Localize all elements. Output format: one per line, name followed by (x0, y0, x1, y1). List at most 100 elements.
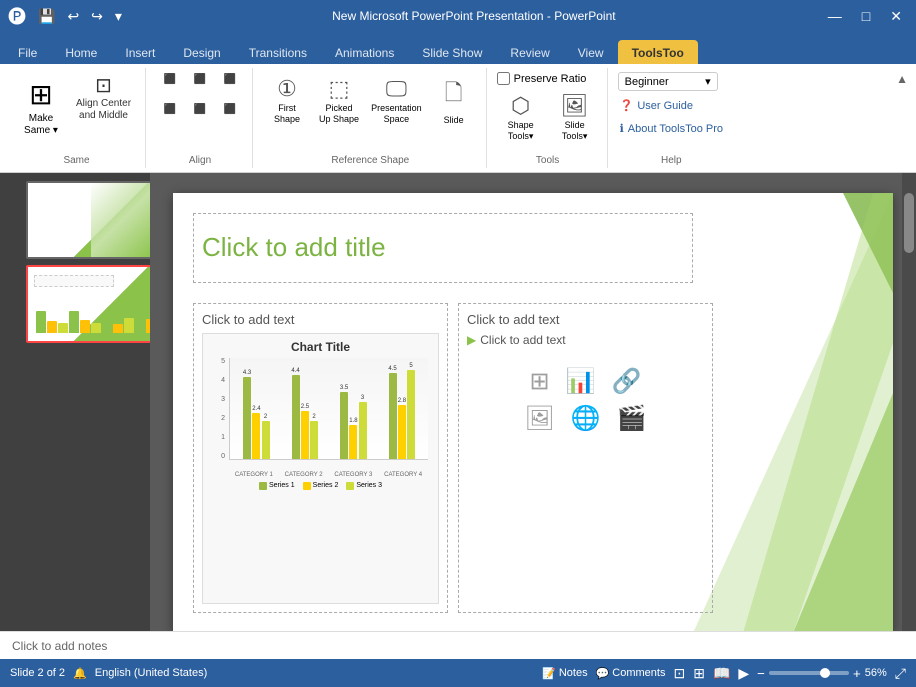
video-icon[interactable]: 🎬 (617, 404, 647, 433)
online-picture-icon[interactable]: 🌐 (571, 404, 601, 433)
fit-slide-button[interactable]: ⤢ (895, 665, 906, 682)
notes-placeholder: Click to add notes (12, 639, 107, 653)
notes-bar[interactable]: Click to add notes (0, 631, 916, 659)
bar-2-s3 (310, 421, 318, 459)
smartart-icon[interactable]: 🔗 (612, 367, 642, 396)
chart-x-labels: CATEGORY 1 CATEGORY 2 CATEGORY 3 CATEGOR… (229, 472, 428, 478)
legend-color-2 (303, 482, 311, 490)
picked-up-shape-button[interactable]: ⬚ PickedUp Shape (315, 72, 363, 129)
save-button[interactable]: 💾 (34, 6, 59, 27)
thumb2-bar-group1 (36, 311, 68, 333)
level-dropdown[interactable]: Beginner ▾ (618, 72, 718, 91)
content-right-label: Click to add text (467, 312, 704, 327)
tab-design[interactable]: Design (169, 40, 234, 64)
bullet-text: Click to add text (480, 333, 565, 347)
normal-view-button[interactable]: ⊡ (673, 665, 685, 682)
legend-color-3 (346, 482, 354, 490)
slide-canvas[interactable]: Click to add title Click to add text Cha… (173, 193, 893, 631)
maximize-button[interactable]: □ (856, 6, 876, 26)
bars-4: 4.5 2.8 5 (388, 363, 415, 459)
align-br-button[interactable]: ⬛ (216, 102, 244, 130)
thumb-bar (80, 320, 90, 333)
slide-sorter-button[interactable]: ⊞ (693, 665, 705, 682)
table-icon[interactable]: ⊞ (530, 367, 550, 396)
align-tc-button[interactable]: ⬛ (186, 72, 214, 100)
tab-home[interactable]: Home (51, 40, 111, 64)
slide-1-triangle (91, 183, 150, 257)
tab-animations[interactable]: Animations (321, 40, 408, 64)
comments-icon: 💬 (596, 667, 610, 680)
shape-tools-button[interactable]: ⬡ ShapeTools▾ (497, 89, 545, 146)
slide-button[interactable]: 🗋 Slide (430, 72, 478, 130)
preserve-ratio-label: Preserve Ratio (514, 73, 587, 85)
canvas-scrollbar[interactable] (902, 173, 916, 631)
tools-group-content: Preserve Ratio ⬡ ShapeTools▾ 🖼 SlideTool… (497, 72, 599, 164)
presentation-space-button[interactable]: 🖵 PresentationSpace (367, 72, 426, 129)
comments-button[interactable]: 💬 Comments (596, 667, 666, 680)
bar-1-s3 (262, 421, 270, 459)
canvas-scrollbar-thumb[interactable] (904, 193, 914, 253)
slide-thumbnail-2[interactable]: 2 (4, 265, 146, 343)
tab-insert[interactable]: Insert (111, 40, 169, 64)
zoom-out-button[interactable]: − (757, 666, 765, 681)
ribbon-collapse-button[interactable]: ▲ (896, 72, 908, 86)
first-shape-button[interactable]: ① FirstShape (263, 72, 311, 129)
slide-tools-button[interactable]: 🖼 SlideTools▾ (551, 89, 599, 146)
user-guide-label: User Guide (637, 100, 693, 112)
customize-quick-access-button[interactable]: ▾ (111, 6, 126, 27)
slide-show-button[interactable]: ▶ (738, 665, 749, 682)
align-tl-button[interactable]: ⬛ (156, 72, 184, 100)
language-label: English (United States) (95, 667, 208, 679)
redo-button[interactable]: ↪ (87, 6, 107, 27)
chart-legend: Series 1 Series 2 Series 3 (209, 482, 432, 490)
close-button[interactable]: ✕ (884, 6, 908, 27)
slide-thumb-image-1 (26, 181, 150, 259)
tab-review[interactable]: Review (496, 40, 563, 64)
thumb-bar (91, 323, 101, 333)
slide-title-placeholder[interactable]: Click to add title (193, 213, 693, 283)
align-center-middle-button[interactable]: ⊡ Align Centerand Middle (70, 72, 137, 126)
tab-view[interactable]: View (564, 40, 618, 64)
align-tr-button[interactable]: ⬛ (216, 72, 244, 100)
slide-tools-icon: 🖼 (561, 93, 589, 119)
preserve-ratio-row: Preserve Ratio (497, 72, 587, 85)
user-guide-link[interactable]: ❓ User Guide (618, 97, 695, 114)
icon-row-2: 🖼 🌐 🎬 (467, 404, 704, 433)
presentation-space-label: PresentationSpace (371, 103, 422, 125)
make-same-icon: ⊞ (29, 78, 52, 111)
content-right-panel[interactable]: Click to add text ▶ Click to add text ⊞ … (458, 303, 713, 613)
zoom-slider[interactable] (769, 671, 849, 675)
align-bl-button[interactable]: ⬛ (156, 102, 184, 130)
align-bc-button[interactable]: ⬛ (186, 102, 214, 130)
zoom-control: − + 56% (757, 666, 887, 681)
legend-item-1: Series 1 (259, 482, 295, 490)
level-value: Beginner (625, 76, 669, 88)
tab-toolstoo[interactable]: ToolsToo (618, 40, 698, 64)
tab-slide-show[interactable]: Slide Show (408, 40, 496, 64)
reading-view-button[interactable]: 📖 (713, 665, 730, 682)
content-icons: ⊞ 📊 🔗 🖼 🌐 🎬 (467, 367, 704, 433)
tab-file[interactable]: File (4, 40, 51, 64)
picked-up-shape-icon: ⬚ (329, 76, 350, 102)
bars-2: 4.4 2.5 2 (291, 363, 318, 459)
make-same-button[interactable]: ⊞ MakeSame ▾ (16, 72, 66, 143)
bars-3: 3.5 1.8 3 (340, 363, 367, 459)
comments-label: Comments (612, 667, 665, 679)
question-icon: ❓ (620, 99, 634, 112)
undo-button[interactable]: ↩ (63, 6, 83, 27)
preserve-ratio-checkbox[interactable] (497, 72, 510, 85)
about-toolstoo-link[interactable]: ℹ About ToolsToo Pro (618, 120, 725, 137)
notes-button[interactable]: 📝 Notes (542, 667, 587, 680)
content-left-panel[interactable]: Click to add text Chart Title 5 4 3 2 1 (193, 303, 448, 613)
tab-transitions[interactable]: Transitions (235, 40, 321, 64)
zoom-in-button[interactable]: + (853, 666, 861, 681)
chart-icon[interactable]: 📊 (566, 367, 596, 396)
info-icon: ℹ (620, 122, 624, 135)
slide-thumbnail-1[interactable]: 1 (4, 181, 146, 259)
bar-3-s3 (359, 402, 367, 459)
minimize-button[interactable]: — (822, 6, 848, 26)
picture-icon[interactable]: 🖼 (524, 404, 554, 433)
bar-group-2: 4.4 2.5 2 (283, 363, 328, 459)
thumb2-chart (36, 287, 114, 333)
align-group-label: Align (148, 155, 252, 166)
